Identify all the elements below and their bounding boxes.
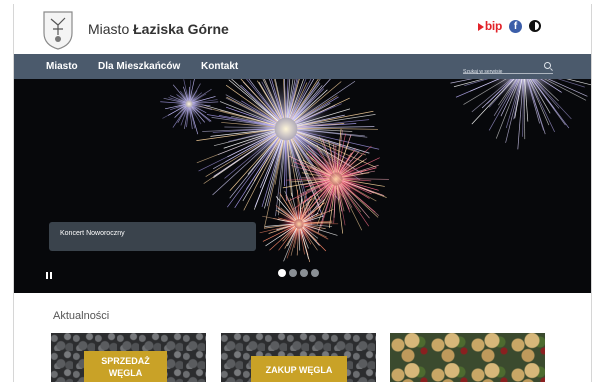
slide-caption-text: Koncert Noworoczny (60, 230, 125, 237)
bip-label: bip (484, 19, 502, 33)
news-card-zakup-wegla[interactable]: ZAKUP WĘGLA (221, 333, 376, 382)
site-brand[interactable]: Miasto Łaziska Górne (88, 21, 229, 37)
city-crest-logo[interactable] (41, 9, 75, 51)
slider-dot[interactable] (278, 269, 286, 277)
main-navigation: Miasto Dla Mieszkańców Kontakt (14, 54, 591, 79)
facebook-icon[interactable]: f (509, 19, 522, 33)
browser-page: Miasto Łaziska Górne bip f Miasto Dla Mi… (13, 4, 592, 382)
slider-dots (278, 269, 319, 277)
news-card-label-line: WĘGLA (108, 368, 143, 378)
header-icons: bip f (477, 19, 541, 33)
slider-dot[interactable] (300, 269, 308, 277)
brand-name: Łaziska Górne (133, 21, 229, 37)
slider-dot[interactable] (289, 269, 297, 277)
pause-icon[interactable] (46, 272, 52, 279)
fireworks-image (160, 79, 591, 263)
news-card-label: ZAKUP WĘGLA (251, 356, 347, 382)
news-section-title: Aktualności (53, 310, 110, 322)
contrast-toggle-icon[interactable] (529, 20, 541, 32)
news-card-food[interactable] (390, 333, 545, 382)
bip-link[interactable]: bip (477, 19, 502, 33)
news-card-label-line: SPRZEDAŻ (101, 356, 150, 366)
news-card-label-line: ZAKUP WĘGLA (265, 365, 333, 375)
nav-item-kontakt[interactable]: Kontakt (201, 61, 238, 72)
site-header: Miasto Łaziska Górne bip f (14, 4, 591, 54)
slider-dot[interactable] (311, 269, 319, 277)
nav-item-dla-mieszkancow[interactable]: Dla Mieszkańców (98, 61, 180, 72)
hero-slider: Koncert Noworoczny (14, 79, 591, 293)
bip-arrow-icon (477, 22, 484, 31)
slide-caption[interactable]: Koncert Noworoczny (49, 222, 256, 251)
firework-glow (172, 87, 206, 121)
news-card-label: SPRZEDAŻ WĘGLA (84, 351, 167, 382)
news-card-sprzedaz-wegla[interactable]: SPRZEDAŻ WĘGLA (51, 333, 206, 382)
brand-prefix: Miasto (88, 21, 130, 37)
search-input[interactable] (463, 66, 535, 78)
nav-item-miasto[interactable]: Miasto (46, 61, 78, 72)
search-icon[interactable] (544, 62, 551, 69)
search-box (463, 60, 553, 78)
